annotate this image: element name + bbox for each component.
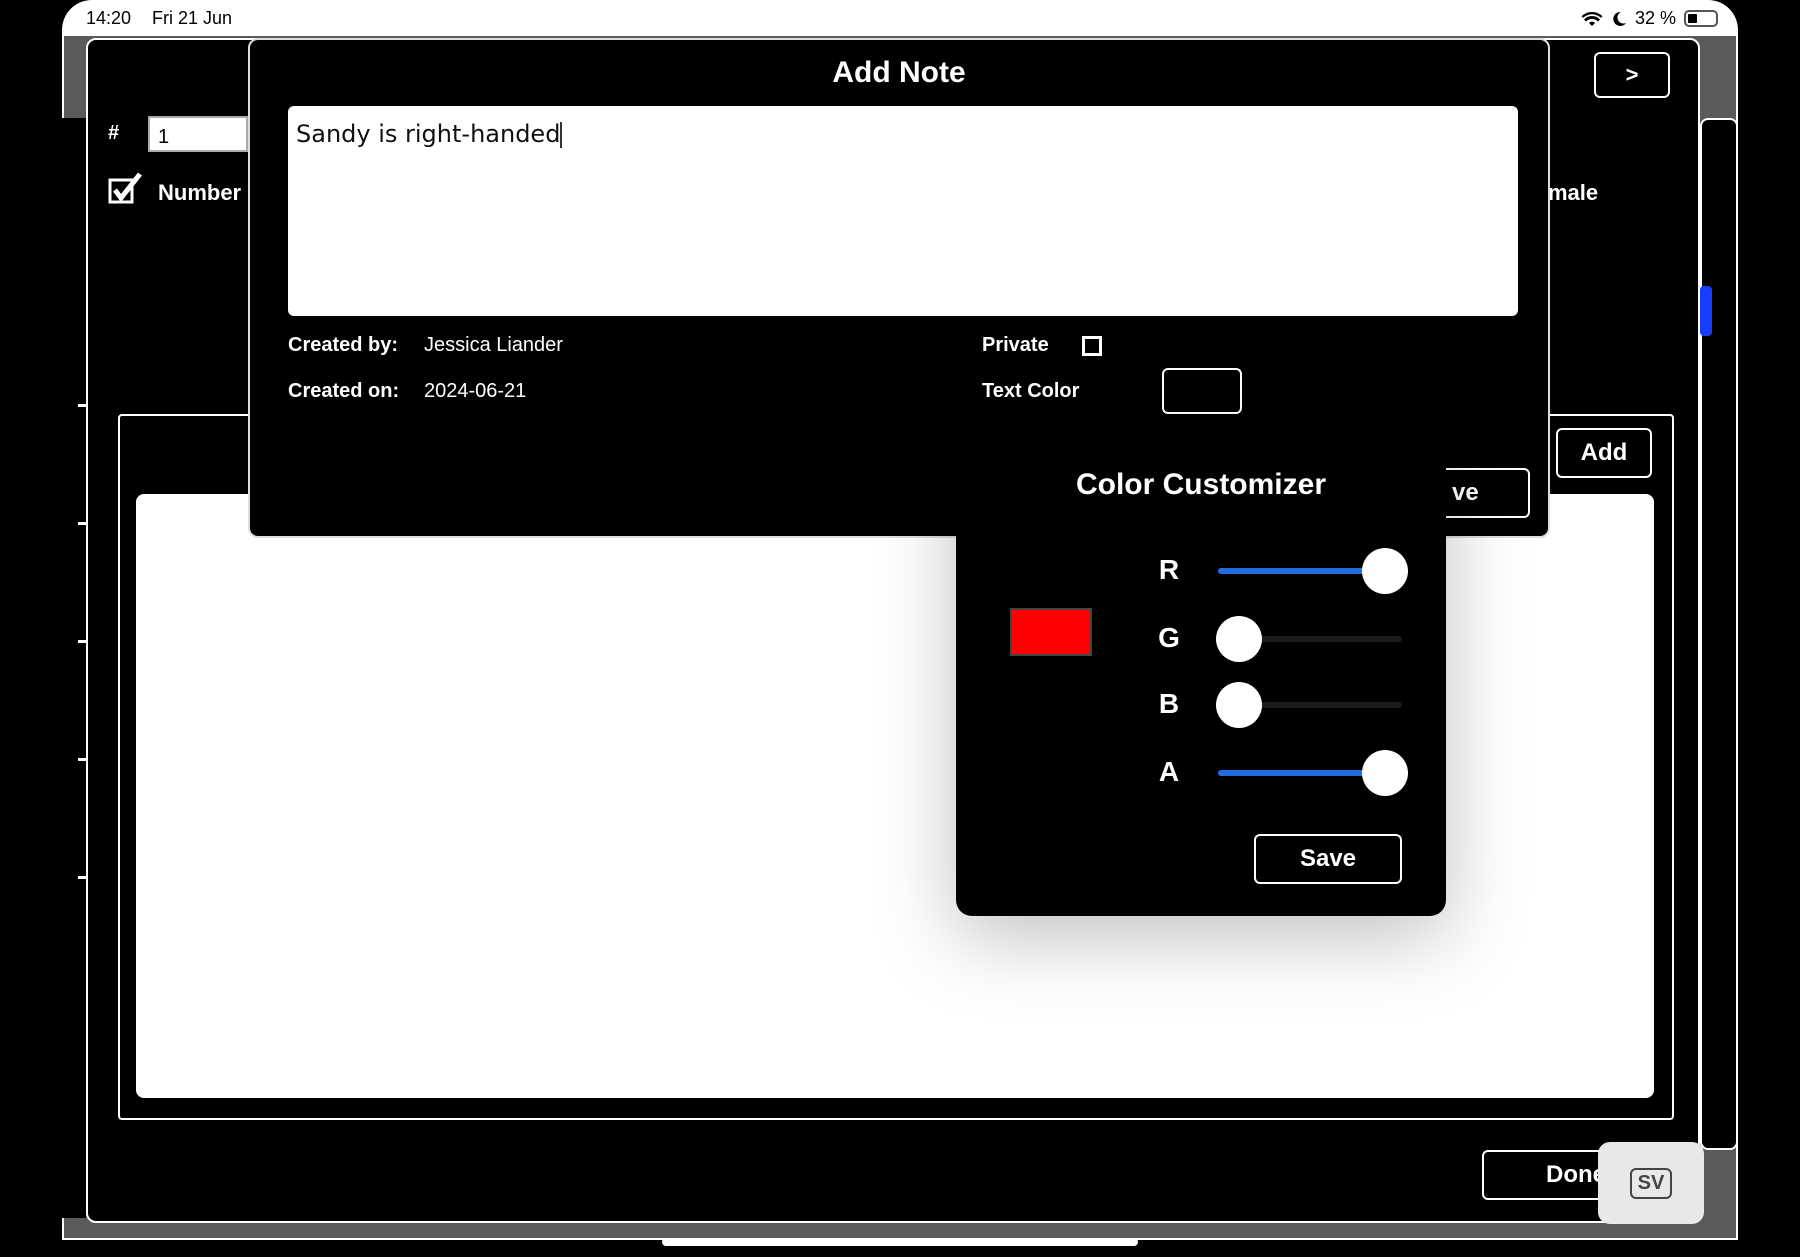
green-slider-thumb[interactable] xyxy=(1216,616,1262,662)
divider xyxy=(78,640,86,643)
battery-percent: 32 % xyxy=(1634,8,1676,28)
green-slider[interactable] xyxy=(1216,616,1402,662)
created-by-label: Created by: xyxy=(288,334,399,356)
alpha-slider-thumb[interactable] xyxy=(1362,750,1408,796)
divider xyxy=(78,876,86,879)
next-button[interactable]: > xyxy=(1594,52,1670,98)
selection-indicator xyxy=(1700,286,1712,336)
blue-slider-thumb[interactable] xyxy=(1216,682,1262,728)
note-text-area[interactable]: Sandy is right-handed xyxy=(288,106,1518,316)
right-column xyxy=(1700,118,1738,1150)
created-by-value: Jessica Liander xyxy=(424,334,563,356)
left-column xyxy=(62,118,86,1218)
red-slider[interactable] xyxy=(1218,548,1408,594)
text-cursor xyxy=(560,122,563,148)
private-checkbox[interactable] xyxy=(1082,336,1102,356)
add-note-button[interactable]: Add xyxy=(1556,428,1652,478)
gender-label: male xyxy=(1548,180,1599,205)
language-badge-label: SV xyxy=(1629,1167,1673,1199)
divider xyxy=(78,758,86,761)
green-label: G xyxy=(1158,622,1180,653)
note-text-content: Sandy is right-handed xyxy=(296,120,561,148)
number-input[interactable]: 1 xyxy=(148,116,248,152)
wifi-icon xyxy=(1581,11,1603,26)
status-bar: 14:20 Fri 21 Jun 32 % xyxy=(62,0,1738,34)
alpha-slider-fill xyxy=(1218,770,1385,776)
created-on-label: Created on: xyxy=(288,380,400,402)
checkbox-checked-icon[interactable] xyxy=(108,172,142,206)
status-indicators: 32 % xyxy=(1581,8,1718,29)
number-checkbox-label: Number xyxy=(158,180,242,205)
text-color-label: Text Color xyxy=(982,380,1080,402)
private-label: Private xyxy=(982,334,1049,356)
color-preview-swatch xyxy=(1010,608,1092,656)
red-slider-fill xyxy=(1218,568,1385,574)
alpha-slider[interactable] xyxy=(1218,750,1408,796)
moon-icon xyxy=(1613,11,1626,26)
color-save-button[interactable]: Save xyxy=(1254,834,1402,884)
status-time: 14:20 xyxy=(86,8,132,28)
color-customizer-title: Color Customizer xyxy=(1075,468,1327,501)
divider xyxy=(78,522,86,525)
language-badge[interactable]: SV xyxy=(1598,1142,1704,1224)
dialog-title: Add Note xyxy=(832,56,966,89)
red-label: R xyxy=(1158,554,1180,585)
divider xyxy=(78,404,86,407)
red-slider-thumb[interactable] xyxy=(1362,548,1408,594)
text-color-swatch[interactable] xyxy=(1162,368,1242,414)
blue-slider[interactable] xyxy=(1216,682,1402,728)
blue-label: B xyxy=(1158,688,1180,719)
status-date: Fri 21 Jun xyxy=(152,8,233,28)
color-customizer-popover: Color Customizer R G B A Save xyxy=(956,438,1446,916)
created-on-value: 2024-06-21 xyxy=(424,380,527,402)
alpha-label: A xyxy=(1158,756,1180,787)
battery-icon xyxy=(1684,10,1718,27)
number-symbol: # xyxy=(108,122,120,144)
home-indicator[interactable] xyxy=(662,1238,1138,1246)
